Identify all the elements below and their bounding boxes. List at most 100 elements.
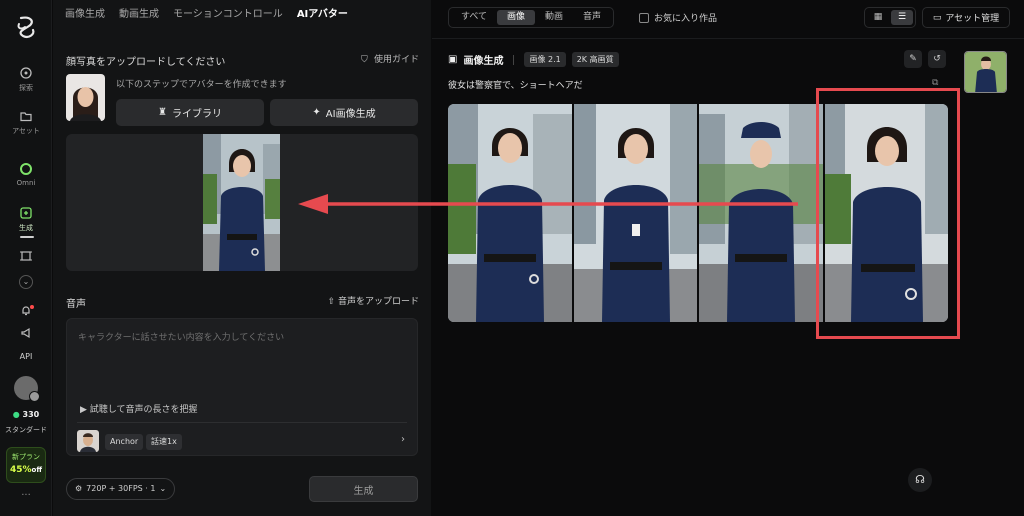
left-nav-rail: 探索 アセット Omni 生成 ⌄ API ● 330 スタンダード 新プラン … <box>0 0 52 516</box>
nav-notifications[interactable] <box>0 303 52 320</box>
preview-audio-button[interactable]: ▶ 試聴して音声の長さを把握 <box>80 402 198 415</box>
folder-icon <box>20 112 32 122</box>
divider <box>77 422 407 423</box>
library-icon: ♜ <box>158 107 167 118</box>
promo-banner[interactable]: 新プラン 45%off <box>6 447 46 483</box>
explore-icon <box>20 67 32 79</box>
chevron-down-icon: ⌄ <box>159 484 167 493</box>
guide-label: 使用ガイド <box>373 55 419 65</box>
credit-drop-icon: ● <box>12 410 20 419</box>
results-area: すべて 画像 動画 音声 お気に入り作品 ▦ ☰ ▭ アセット管理 ▣ 画像生成 … <box>432 0 1024 516</box>
media-filter-tabs: すべて 画像 動画 音声 <box>448 7 615 28</box>
regenerate-icon[interactable]: ↺ <box>928 50 946 68</box>
prompt-text: 彼女は警察官で、ショートヘアだ <box>448 81 583 91</box>
usage-guide-link[interactable]: ⛉ 使用ガイド <box>361 52 419 65</box>
tab-video-gen[interactable]: 動画生成 <box>119 8 159 22</box>
nav-api[interactable]: API <box>0 352 52 361</box>
asset-manager-button[interactable]: ▭ アセット管理 <box>922 7 1010 28</box>
quality-tag: 2K 高画質 <box>571 52 619 67</box>
result-title: 画像生成 <box>463 56 504 67</box>
nav-generate[interactable]: 生成 <box>0 206 52 233</box>
resolution-select[interactable]: ⚙ 720P + 30FPS · 1 ⌄ <box>66 478 176 500</box>
ai-image-gen-button[interactable]: ✦ AI画像生成 <box>270 99 418 126</box>
speed-chip[interactable]: 話速1x <box>146 434 182 450</box>
voice-upload-button[interactable]: ⇧ 音声をアップロード <box>328 294 419 307</box>
library-label: ライブラリ <box>171 109 222 120</box>
image-icon: ▣ <box>448 54 458 65</box>
result-image-1[interactable] <box>448 104 572 322</box>
uploaded-officer-photo <box>203 134 280 271</box>
folder-icon: ▭ <box>932 12 942 23</box>
promo-percent: 45% <box>9 465 32 475</box>
voice-avatar-image <box>77 430 99 452</box>
officer-image-2 <box>573 104 697 322</box>
nav-omni-label: Omni <box>16 179 36 187</box>
library-button[interactable]: ♜ ライブラリ <box>116 99 264 126</box>
filter-all[interactable]: すべて <box>451 10 497 25</box>
sparkle-icon: ✦ <box>312 107 321 118</box>
tab-ai-avatar[interactable]: AIアバター <box>297 8 348 22</box>
model-tag: 画像 2.1 <box>524 52 566 67</box>
list-view-icon[interactable]: ☰ <box>891 10 913 25</box>
copy-icon[interactable]: ⧉ <box>932 78 938 88</box>
tab-image-gen[interactable]: 画像生成 <box>65 8 105 22</box>
omni-icon <box>20 163 32 175</box>
filter-image[interactable]: 画像 <box>497 10 536 25</box>
nav-frame[interactable] <box>0 249 52 266</box>
app-root: 探索 アセット Omni 生成 ⌄ API ● 330 スタンダード 新プラン … <box>0 0 1024 516</box>
speech-text-input[interactable]: キャラクターに話させたい内容を入力してください ▶ 試聴して音声の長さを把握 A… <box>66 318 418 456</box>
tab-motion-control[interactable]: モーションコントロール <box>173 8 283 22</box>
favorites-label: お気に入り作品 <box>654 14 718 24</box>
nav-explore[interactable]: 探索 <box>0 66 52 93</box>
voice-section-title: 音声 <box>66 299 86 310</box>
view-toggle: ▦ ☰ <box>864 7 916 28</box>
credit-value: 330 <box>22 410 40 419</box>
generate-icon <box>20 207 32 219</box>
asset-manager-label: アセット管理 <box>945 14 1000 24</box>
grid-view-icon[interactable]: ▦ <box>867 10 889 25</box>
credit-balance: ● 330 <box>0 410 52 419</box>
megaphone-icon <box>21 327 30 339</box>
user-avatar[interactable] <box>14 376 40 402</box>
voice-name-chip[interactable]: Anchor <box>105 434 144 450</box>
result-image-3[interactable] <box>699 104 823 322</box>
mode-tabs: 画像生成 動画生成 モーションコントロール AIアバター <box>65 8 362 22</box>
voice-upload-label: 音声をアップロード <box>337 297 419 307</box>
frame-icon <box>20 251 32 261</box>
app-logo-icon[interactable] <box>13 14 39 40</box>
nav-assets[interactable]: アセット <box>0 109 52 136</box>
officer-image-3 <box>699 104 823 322</box>
ai-gen-label: AI画像生成 <box>325 109 376 120</box>
photo-section-title: 顔写真をアップロードしてください <box>66 57 226 68</box>
shield-icon: ⛉ <box>360 55 368 65</box>
voice-avatar[interactable] <box>77 430 99 452</box>
face-photo-thumbnail[interactable] <box>66 74 105 121</box>
collapse-chevron-icon[interactable]: ⌄ <box>19 275 33 289</box>
nav-active-indicator <box>20 236 34 238</box>
result-image-2[interactable] <box>573 104 697 322</box>
promo-discount: 45%off <box>7 465 45 475</box>
support-icon[interactable]: ☊ <box>908 468 932 492</box>
face-photo-image <box>66 74 105 121</box>
plan-tier: スタンダード <box>5 426 47 434</box>
settings-icon: ⚙ <box>75 484 83 493</box>
nav-omni[interactable]: Omni <box>0 162 52 187</box>
checkbox-box[interactable] <box>639 12 649 23</box>
reference-thumbnail[interactable] <box>964 51 1007 93</box>
filter-video[interactable]: 動画 <box>535 10 573 25</box>
generate-button[interactable]: 生成 <box>309 476 418 502</box>
uploaded-photo-area[interactable] <box>66 134 418 271</box>
favorites-checkbox[interactable]: お気に入り作品 <box>639 11 717 24</box>
nav-announcements[interactable] <box>0 326 52 343</box>
divider <box>513 54 515 65</box>
more-icon[interactable]: ··· <box>0 490 52 501</box>
chevron-right-icon[interactable]: › <box>401 434 405 445</box>
play-icon: ▶ <box>80 405 87 415</box>
speech-text-placeholder: キャラクターに話させたい内容を入力してください <box>78 333 285 343</box>
edit-icon[interactable]: ✎ <box>904 50 922 68</box>
selected-image-highlight <box>816 88 960 339</box>
reference-thumbnail-image <box>965 52 1006 92</box>
nav-assets-label: アセット <box>12 127 40 135</box>
filter-audio[interactable]: 音声 <box>573 10 611 25</box>
officer-image-1 <box>448 104 572 322</box>
